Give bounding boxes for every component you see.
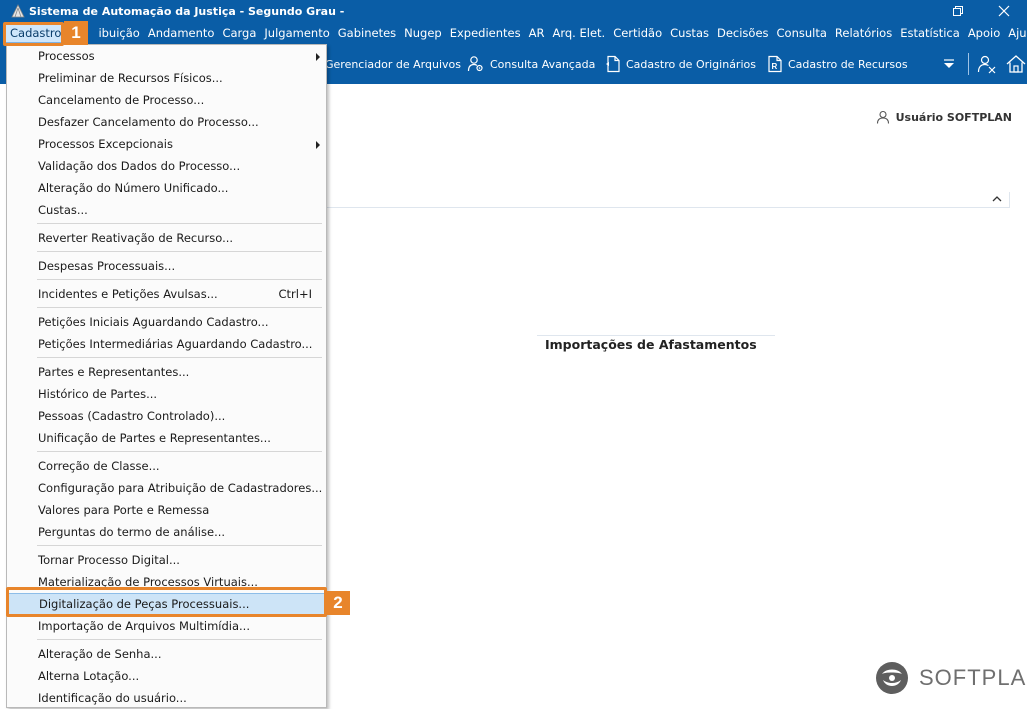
menu-certidao[interactable]: Certidão (609, 23, 666, 43)
user-info: Usuário SOFTPLAN (876, 110, 1012, 124)
dd-item-unificacao-partes[interactable]: Unificação de Partes e Representantes... (7, 427, 326, 449)
menu-separator (37, 451, 322, 452)
window-title: Sistema de Automação da Justiça - Segund… (29, 4, 345, 18)
toolbar-separator (968, 53, 969, 75)
menu-carga[interactable]: Carga (218, 23, 260, 43)
dd-item-processos-excepcionais[interactable]: Processos Excepcionais (7, 133, 326, 155)
cadastro-originarios-button[interactable]: Cadastro de Originários (605, 44, 756, 84)
dd-item-identificacao-usuario[interactable]: Identificação do usuário... (7, 687, 326, 709)
dd-item-alteracao-numero[interactable]: Alteração do Número Unificado... (7, 177, 326, 199)
menu-ar[interactable]: AR (525, 23, 549, 43)
toolbar-right-group (942, 44, 1027, 84)
callout-highlight-2 (6, 587, 327, 617)
menu-arq-elet[interactable]: Arq. Elet. (548, 23, 609, 43)
dd-item-perguntas-termo[interactable]: Perguntas do termo de análise... (7, 521, 326, 543)
submenu-arrow-icon (316, 141, 320, 149)
menu-separator (37, 357, 322, 358)
menu-separator (37, 307, 322, 308)
menu-separator (37, 639, 322, 640)
title-bar: Sistema de Automação da Justiça - Segund… (0, 0, 1027, 22)
callout-badge-1: 1 (64, 21, 88, 45)
dd-item-alteracao-senha[interactable]: Alteração de Senha... (7, 643, 326, 665)
softplan-logo-icon (876, 662, 908, 694)
cadastro-recursos-button[interactable]: R Cadastro de Recursos (767, 44, 908, 84)
menu-separator (37, 279, 322, 280)
dd-label: Incidentes e Petições Avulsas... (38, 287, 218, 301)
dd-item-tornar-digital[interactable]: Tornar Processo Digital... (7, 549, 326, 571)
user-search-icon (467, 56, 483, 72)
callout-badge-2: 2 (326, 591, 350, 615)
menu-consulta[interactable]: Consulta (773, 23, 831, 43)
menu-relatorios[interactable]: Relatórios (831, 23, 896, 43)
menu-andamento[interactable]: Andamento (144, 23, 219, 43)
dd-label: Processos Excepcionais (38, 137, 173, 151)
menu-separator (37, 545, 322, 546)
menu-expedientes[interactable]: Expedientes (446, 23, 525, 43)
user-icon (876, 110, 889, 124)
dd-label: Processos (38, 49, 95, 63)
gerenciador-arquivos-button[interactable]: Gerenciador de Arquivos (325, 44, 461, 84)
consulta-avancada-button[interactable]: Consulta Avançada (467, 44, 595, 84)
menu-bar: Cadastro ibuição Andamento Carga Julgame… (0, 22, 1027, 44)
dd-item-processos[interactable]: Processos (7, 45, 326, 67)
cadastro-recursos-label: Cadastro de Recursos (788, 57, 908, 71)
brand-watermark: SOFTPLAN (874, 660, 1027, 696)
afastamentos-panel: Importações de Afastamentos (537, 335, 775, 353)
document-icon (606, 55, 620, 73)
menu-nugep[interactable]: Nugep (400, 23, 446, 43)
collapsible-section (327, 192, 1010, 208)
menu-distribuicao[interactable]: ibuição (94, 23, 143, 43)
dd-item-alterna-lotacao[interactable]: Alterna Lotação... (7, 665, 326, 687)
dd-item-preliminar-recursos[interactable]: Preliminar de Recursos Físicos... (7, 67, 326, 89)
menu-estatistica[interactable]: Estatística (896, 23, 964, 43)
consulta-avancada-label: Consulta Avançada (490, 57, 596, 71)
callout-highlight-1 (3, 22, 64, 46)
dd-item-desfazer-cancelamento[interactable]: Desfazer Cancelamento do Processo... (7, 111, 326, 133)
user-switch-icon[interactable] (977, 54, 997, 74)
dd-item-configuracao-cadastradores[interactable]: Configuração para Atribuição de Cadastra… (7, 477, 326, 499)
menu-decisoes[interactable]: Decisões (713, 23, 773, 43)
chevron-up-icon[interactable] (991, 193, 1003, 205)
dd-item-valores-porte[interactable]: Valores para Porte e Remessa (7, 499, 326, 521)
window-controls (935, 0, 1027, 22)
dd-item-historico-partes[interactable]: Histórico de Partes... (7, 383, 326, 405)
dd-item-pessoas-cadastro[interactable]: Pessoas (Cadastro Controlado)... (7, 405, 326, 427)
app-logo-icon (11, 4, 25, 18)
dd-item-importacao-multimidia[interactable]: Importação de Arquivos Multimídia... (7, 615, 326, 637)
menu-gabinetes[interactable]: Gabinetes (334, 23, 400, 43)
restore-button[interactable] (935, 0, 981, 22)
dd-item-peticoes-intermediarias[interactable]: Petições Intermediárias Aguardando Cadas… (7, 333, 326, 355)
dd-item-correcao-classe[interactable]: Correção de Classe... (7, 455, 326, 477)
dd-item-validacao-dados[interactable]: Validação dos Dados do Processo... (7, 155, 326, 177)
menu-separator (37, 251, 322, 252)
menu-apoio[interactable]: Apoio (964, 23, 1004, 43)
user-name: Usuário SOFTPLAN (895, 110, 1012, 124)
home-icon[interactable] (1005, 54, 1027, 74)
cadastro-originarios-label: Cadastro de Originários (626, 57, 756, 71)
close-button[interactable] (981, 0, 1027, 22)
document-r-icon: R (768, 55, 782, 73)
menu-custas[interactable]: Custas (666, 23, 713, 43)
dd-item-reverter-reativacao[interactable]: Reverter Reativação de Recurso... (7, 227, 326, 249)
close-icon (998, 5, 1010, 17)
gerenciador-arquivos-label: Gerenciador de Arquivos (325, 57, 461, 71)
dropdown-arrow-icon[interactable] (942, 57, 956, 71)
shortcut-label: Ctrl+I (278, 287, 313, 301)
menu-julgamento[interactable]: Julgamento (260, 23, 333, 43)
dd-item-partes-representantes[interactable]: Partes e Representantes... (7, 361, 326, 383)
panel-title: Importações de Afastamentos (545, 337, 757, 352)
dd-item-incidentes-peticoes[interactable]: Incidentes e Petições Avulsas... Ctrl+I (7, 283, 326, 305)
svg-text:R: R (772, 62, 778, 71)
menu-ajuda[interactable]: Ajuda (1004, 23, 1027, 43)
dd-item-peticoes-iniciais[interactable]: Petições Iniciais Aguardando Cadastro... (7, 311, 326, 333)
dd-item-despesas-processuais[interactable]: Despesas Processuais... (7, 255, 326, 277)
brand-name: SOFTPLAN (919, 665, 1027, 690)
dd-item-custas[interactable]: Custas... (7, 199, 326, 221)
menu-separator (37, 223, 322, 224)
submenu-arrow-icon (316, 53, 320, 61)
restore-icon (953, 6, 963, 16)
dd-item-cancelamento-processo[interactable]: Cancelamento de Processo... (7, 89, 326, 111)
